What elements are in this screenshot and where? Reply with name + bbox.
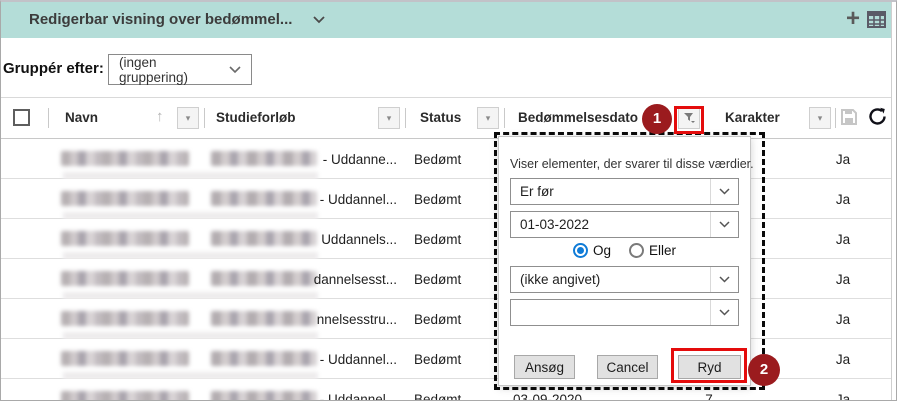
- status-cell: Bedømt: [414, 152, 461, 167]
- radio-unselected-icon: [629, 243, 644, 258]
- karakter-column-menu-button[interactable]: ▾: [809, 107, 831, 129]
- cancel-button[interactable]: Cancel: [597, 355, 658, 379]
- filter-operator-1-dropdown[interactable]: Er før: [510, 178, 739, 205]
- filter-description: Viser elementer, der svarer til disse væ…: [510, 157, 754, 171]
- group-by-dropdown[interactable]: (ingen gruppering): [108, 54, 252, 85]
- radio-selected-icon: [573, 243, 588, 258]
- group-by-label: Gruppér efter:: [3, 60, 104, 77]
- table-row[interactable]: dannelsesst... Bedømt Ja: [1, 259, 891, 299]
- published-cell: Ja: [829, 232, 857, 247]
- date-cell: 03-09-2020: [513, 392, 582, 401]
- status-cell: Bedømt: [414, 392, 461, 401]
- column-header-bedommelsesdato[interactable]: Bedømmelsesdato: [518, 110, 638, 125]
- column-header-navn[interactable]: Navn: [65, 110, 98, 125]
- studieforloeb-column-menu-button[interactable]: ▾: [378, 107, 400, 129]
- bedommelsesdato-filter-button[interactable]: [678, 107, 700, 129]
- filter-value-1-dropdown[interactable]: 01-03-2022: [510, 211, 739, 238]
- published-cell: Ja: [829, 352, 857, 367]
- status-cell: Bedømt: [414, 312, 461, 327]
- published-cell: Ja: [829, 152, 857, 167]
- column-header-status[interactable]: Status: [420, 110, 461, 125]
- annotation-step-2: 2: [748, 354, 780, 386]
- table-row[interactable]: - Uddanne... Bedømt Ja: [1, 139, 891, 179]
- filter-icon: [683, 111, 696, 124]
- published-cell: Ja: [829, 312, 857, 327]
- table-row[interactable]: - Uddannel... Bedømt Ja: [1, 179, 891, 219]
- clear-button[interactable]: Ryd: [678, 355, 741, 379]
- view-title[interactable]: Redigerbar visning over bedømmel...: [29, 11, 292, 28]
- table-row[interactable]: Uddannels... Bedømt Ja: [1, 219, 891, 259]
- select-all-checkbox[interactable]: [13, 109, 30, 126]
- table-row[interactable]: nnelsesstru... Bedømt Ja: [1, 299, 891, 339]
- chevron-down-icon: [710, 179, 738, 204]
- table-view-icon[interactable]: [867, 11, 886, 28]
- published-cell: Ja: [829, 272, 857, 287]
- status-cell: Bedømt: [414, 232, 461, 247]
- chevron-down-icon: [229, 66, 241, 74]
- annotation-step-1: 1: [642, 104, 672, 134]
- radio-or[interactable]: Eller: [629, 243, 676, 258]
- save-icon[interactable]: [840, 108, 858, 126]
- view-title-chevron-down-icon[interactable]: [313, 16, 325, 24]
- column-header-karakter[interactable]: Karakter: [725, 110, 780, 125]
- date-filter-popup: Viser elementer, der svarer til disse væ…: [498, 136, 751, 386]
- karakter-cell: 7: [697, 392, 721, 401]
- chevron-down-icon: [710, 267, 738, 292]
- app-window: Redigerbar visning over bedømmel... + Gr…: [0, 0, 897, 401]
- status-cell: Bedømt: [414, 192, 461, 207]
- published-cell: Ja: [829, 192, 857, 207]
- status-cell: Bedømt: [414, 272, 461, 287]
- table-header: Navn ↑ ▾ Studieforløb ▾ Status ▾ Bedømme…: [1, 97, 891, 139]
- redacted-name: [61, 151, 189, 166]
- filter-operator-2-dropdown[interactable]: (ikke angivet): [510, 266, 739, 293]
- chevron-down-icon: [710, 300, 738, 325]
- status-column-menu-button[interactable]: ▾: [477, 107, 499, 129]
- navn-column-menu-button[interactable]: ▾: [177, 107, 199, 129]
- add-icon[interactable]: +: [841, 8, 865, 32]
- sort-ascending-icon[interactable]: ↑: [156, 108, 164, 125]
- chevron-down-icon: [710, 212, 738, 237]
- view-title-bar: Redigerbar visning over bedømmel... +: [1, 2, 891, 38]
- status-cell: Bedømt: [414, 352, 461, 367]
- radio-and[interactable]: Og: [573, 243, 611, 258]
- published-cell: Ja: [829, 392, 857, 401]
- apply-button[interactable]: Ansøg: [514, 355, 575, 379]
- group-by-value: (ingen gruppering): [119, 55, 229, 85]
- right-gutter: [891, 2, 897, 401]
- refresh-icon[interactable]: [867, 106, 888, 127]
- filter-value-2-dropdown[interactable]: [510, 299, 739, 326]
- column-header-studieforloeb[interactable]: Studieforløb: [216, 110, 296, 125]
